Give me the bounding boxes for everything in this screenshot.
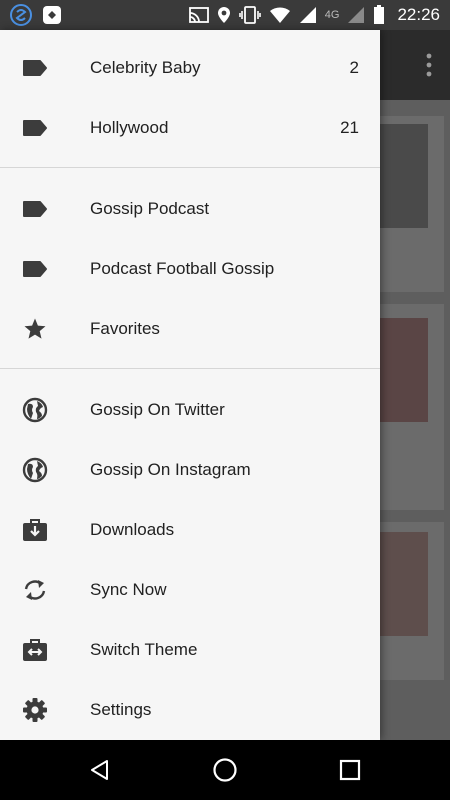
drawer-item-celebrity-baby[interactable]: Celebrity Baby 2 [0,38,380,98]
recents-button[interactable] [332,752,368,788]
drawer-item-label: Podcast Football Gossip [90,259,275,278]
network-type-label: 4G [324,9,340,21]
drawer-item-label: Hollywood [90,118,169,137]
label-icon [22,56,48,80]
signal-icon [299,7,316,23]
star-icon [22,317,48,341]
drawer-item-gossip-podcast[interactable]: Gossip Podcast [0,179,380,239]
status-bar: 4G 22:26 [0,0,450,30]
sync-icon [22,578,48,602]
label-icon [22,197,48,221]
drawer-item-hollywood[interactable]: Hollywood 21 [0,98,380,158]
status-clock: 22:26 [397,5,440,24]
drawer-item-settings[interactable]: Settings [0,680,380,740]
drawer-item-label: Settings [90,700,152,719]
system-navigation-bar [0,740,450,800]
navigation-drawer: Celebrity Baby 2 Hollywood 21 Gossip Pod… [0,30,380,740]
back-triangle-icon [91,760,108,780]
drawer-item-label: Favorites [90,319,160,338]
article-thumbnail [380,318,428,422]
drawer-item-label: Gossip On Instagram [90,460,251,479]
wifi-icon [269,7,290,24]
drawer-item-count: 2 [349,58,359,77]
drawer-item-label: Downloads [90,520,175,539]
app-s-icon [10,4,32,26]
app-notification-icon [43,6,61,24]
drawer-item-label: Switch Theme [90,640,198,659]
article-card[interactable] [370,116,444,292]
back-button[interactable] [82,752,118,788]
drawer-item-label: Sync Now [90,580,167,599]
battery-icon [374,5,385,24]
drawer-item-label: Gossip On Twitter [90,400,225,419]
gear-icon [22,698,48,722]
switch-theme-icon [22,638,48,662]
label-icon [22,257,48,281]
drawer-item-switch-theme[interactable]: Switch Theme [0,620,380,680]
signal-icon-secondary [348,7,365,23]
label-icon [22,116,48,140]
article-thumbnail [380,124,428,228]
drawer-item-downloads[interactable]: Downloads [0,500,380,560]
drawer-item-label: Gossip Podcast [90,199,210,218]
drawer-item-gossip-on-twitter[interactable]: Gossip On Twitter [0,380,380,440]
cast-icon [188,7,209,23]
drawer-item-label: Celebrity Baby [90,58,201,77]
globe-icon [22,457,48,483]
drawer-item-sync-now[interactable]: Sync Now [0,560,380,620]
home-circle-icon [213,758,237,782]
recents-square-icon [339,759,361,781]
download-icon [22,518,48,542]
article-card[interactable] [370,304,444,510]
vibrate-icon [238,6,261,24]
drawer-divider [0,368,380,369]
article-thumbnail [380,532,428,636]
drawer-item-podcast-football-gossip[interactable]: Podcast Football Gossip [0,239,380,299]
location-icon [217,7,230,23]
home-button[interactable] [207,752,243,788]
drawer-item-gossip-on-instagram[interactable]: Gossip On Instagram [0,440,380,500]
drawer-item-favorites[interactable]: Favorites [0,299,380,359]
drawer-divider [0,167,380,168]
overflow-menu-icon[interactable] [422,52,436,78]
globe-icon [22,397,48,423]
drawer-item-count: 21 [340,118,359,137]
article-card[interactable] [370,522,444,680]
